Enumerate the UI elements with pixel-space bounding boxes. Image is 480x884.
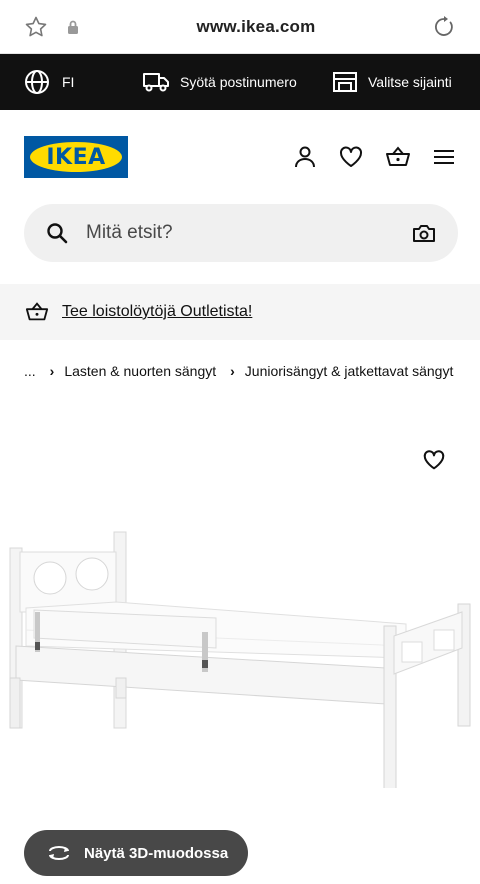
store-label: Valitse sijainti: [368, 74, 452, 90]
breadcrumb-ellipsis[interactable]: ...: [24, 363, 36, 379]
postal-code-label: Syötä postinumero: [180, 74, 297, 90]
search-icon[interactable]: [46, 222, 68, 244]
lock-icon: [66, 19, 80, 35]
postal-code-button[interactable]: Syötä postinumero: [142, 71, 332, 93]
camera-icon[interactable]: [412, 222, 436, 244]
search-area: [0, 204, 480, 284]
product-image-area: [0, 432, 480, 882]
hamburger-icon[interactable]: [432, 146, 456, 168]
breadcrumb-item-junior-beds[interactable]: Juniorisängyt & jatkettavat sängyt: [245, 363, 454, 379]
site-header: IKEA: [0, 110, 480, 204]
store-icon: [332, 71, 358, 93]
language-label: FI: [62, 74, 75, 90]
basket-icon: [24, 300, 50, 324]
basket-icon[interactable]: [384, 144, 412, 170]
store-selector-button[interactable]: Valitse sijainti: [332, 71, 452, 93]
view-3d-label: Näytä 3D-muodossa: [84, 844, 229, 862]
address-url[interactable]: www.ikea.com: [197, 17, 316, 37]
chevron-right-icon: ›: [230, 363, 235, 379]
ikea-logo[interactable]: IKEA: [24, 136, 128, 178]
breadcrumb: ... › Lasten & nuorten sängyt › Juniorisängy…: [0, 340, 480, 384]
logo-text: IKEA: [46, 144, 106, 170]
user-icon[interactable]: [292, 144, 318, 170]
heart-icon[interactable]: [422, 448, 446, 472]
reload-icon[interactable]: [432, 15, 456, 39]
breadcrumb-item-children-beds[interactable]: Lasten & nuorten sängyt: [64, 363, 216, 379]
globe-icon: [24, 69, 50, 95]
rotate-icon: [46, 843, 72, 863]
product-image[interactable]: [6, 528, 476, 788]
header-actions: [292, 144, 456, 170]
logo-oval: IKEA: [30, 142, 122, 172]
search-bar: [24, 204, 458, 262]
utility-bar: FI Syötä postinumero Valitse sijainti: [0, 54, 480, 110]
search-input[interactable]: [86, 222, 412, 244]
truck-icon: [142, 71, 170, 93]
outlet-promo-link[interactable]: Tee loistolöytöjä Outletista!: [62, 303, 252, 321]
view-3d-button[interactable]: Näytä 3D-muodossa: [24, 830, 248, 876]
browser-address-bar: www.ikea.com: [0, 0, 480, 54]
language-selector[interactable]: FI: [24, 69, 142, 95]
chevron-right-icon: ›: [49, 363, 55, 379]
heart-icon[interactable]: [338, 144, 364, 170]
outlet-promo-banner: Tee loistolöytöjä Outletista!: [0, 284, 480, 340]
star-icon[interactable]: [24, 15, 48, 39]
